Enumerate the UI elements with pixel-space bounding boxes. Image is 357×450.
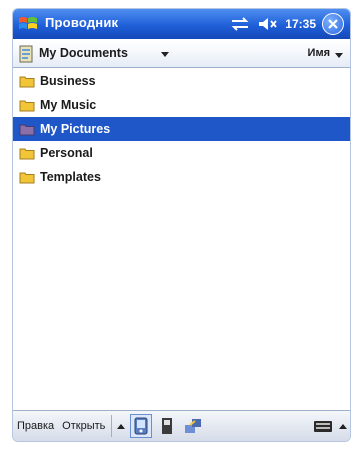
sort-by-dropdown[interactable]: Имя — [308, 47, 330, 59]
file-list: Business My Music My Pictures Personal T… — [13, 69, 350, 189]
windows-start-icon[interactable] — [17, 13, 39, 35]
status-area: 17:35 — [229, 13, 344, 35]
list-item[interactable]: Personal — [13, 141, 350, 165]
list-item-label: Personal — [40, 146, 93, 160]
current-folder-dropdown[interactable]: My Documents — [39, 46, 128, 60]
app-title: Проводник — [45, 15, 119, 30]
documents-icon — [19, 45, 33, 63]
chevron-up-icon[interactable] — [117, 423, 126, 429]
folder-icon — [19, 148, 35, 159]
list-item[interactable]: My Music — [13, 93, 350, 117]
folder-bar: My Documents Имя — [13, 41, 350, 68]
chevron-up-icon[interactable] — [339, 423, 347, 429]
folder-icon — [19, 172, 35, 183]
folder-icon — [19, 100, 35, 111]
list-item[interactable]: Templates — [13, 165, 350, 189]
network-icon[interactable] — [183, 415, 203, 437]
folder-icon — [19, 76, 35, 87]
list-item[interactable]: Business — [13, 69, 350, 93]
divider — [111, 415, 113, 437]
folder-icon — [19, 124, 35, 135]
list-item-label: Templates — [40, 170, 101, 184]
volume-icon[interactable] — [257, 16, 279, 32]
view-toggle-icon[interactable] — [130, 414, 153, 438]
storage-card-icon[interactable] — [157, 415, 177, 437]
open-menu-button[interactable]: Открыть — [58, 420, 109, 432]
list-item[interactable]: My Pictures — [13, 117, 350, 141]
clock[interactable]: 17:35 — [285, 17, 316, 31]
list-item-label: My Music — [40, 98, 97, 112]
edit-menu-button[interactable]: Правка — [13, 420, 58, 432]
close-button[interactable] — [322, 13, 344, 35]
close-icon — [328, 19, 338, 29]
title-bar: Проводник 17:35 — [13, 9, 350, 39]
keyboard-icon[interactable] — [313, 415, 333, 437]
pocketpc-screen: Проводник 17:35 My Documents Имя Busines… — [12, 8, 351, 442]
chevron-down-icon[interactable] — [335, 53, 343, 58]
chevron-down-icon[interactable] — [161, 52, 169, 57]
list-item-label: Business — [40, 74, 96, 88]
sync-icon[interactable] — [229, 16, 251, 32]
list-item-label: My Pictures — [40, 122, 111, 136]
menu-bar: Правка Открыть — [13, 410, 350, 441]
